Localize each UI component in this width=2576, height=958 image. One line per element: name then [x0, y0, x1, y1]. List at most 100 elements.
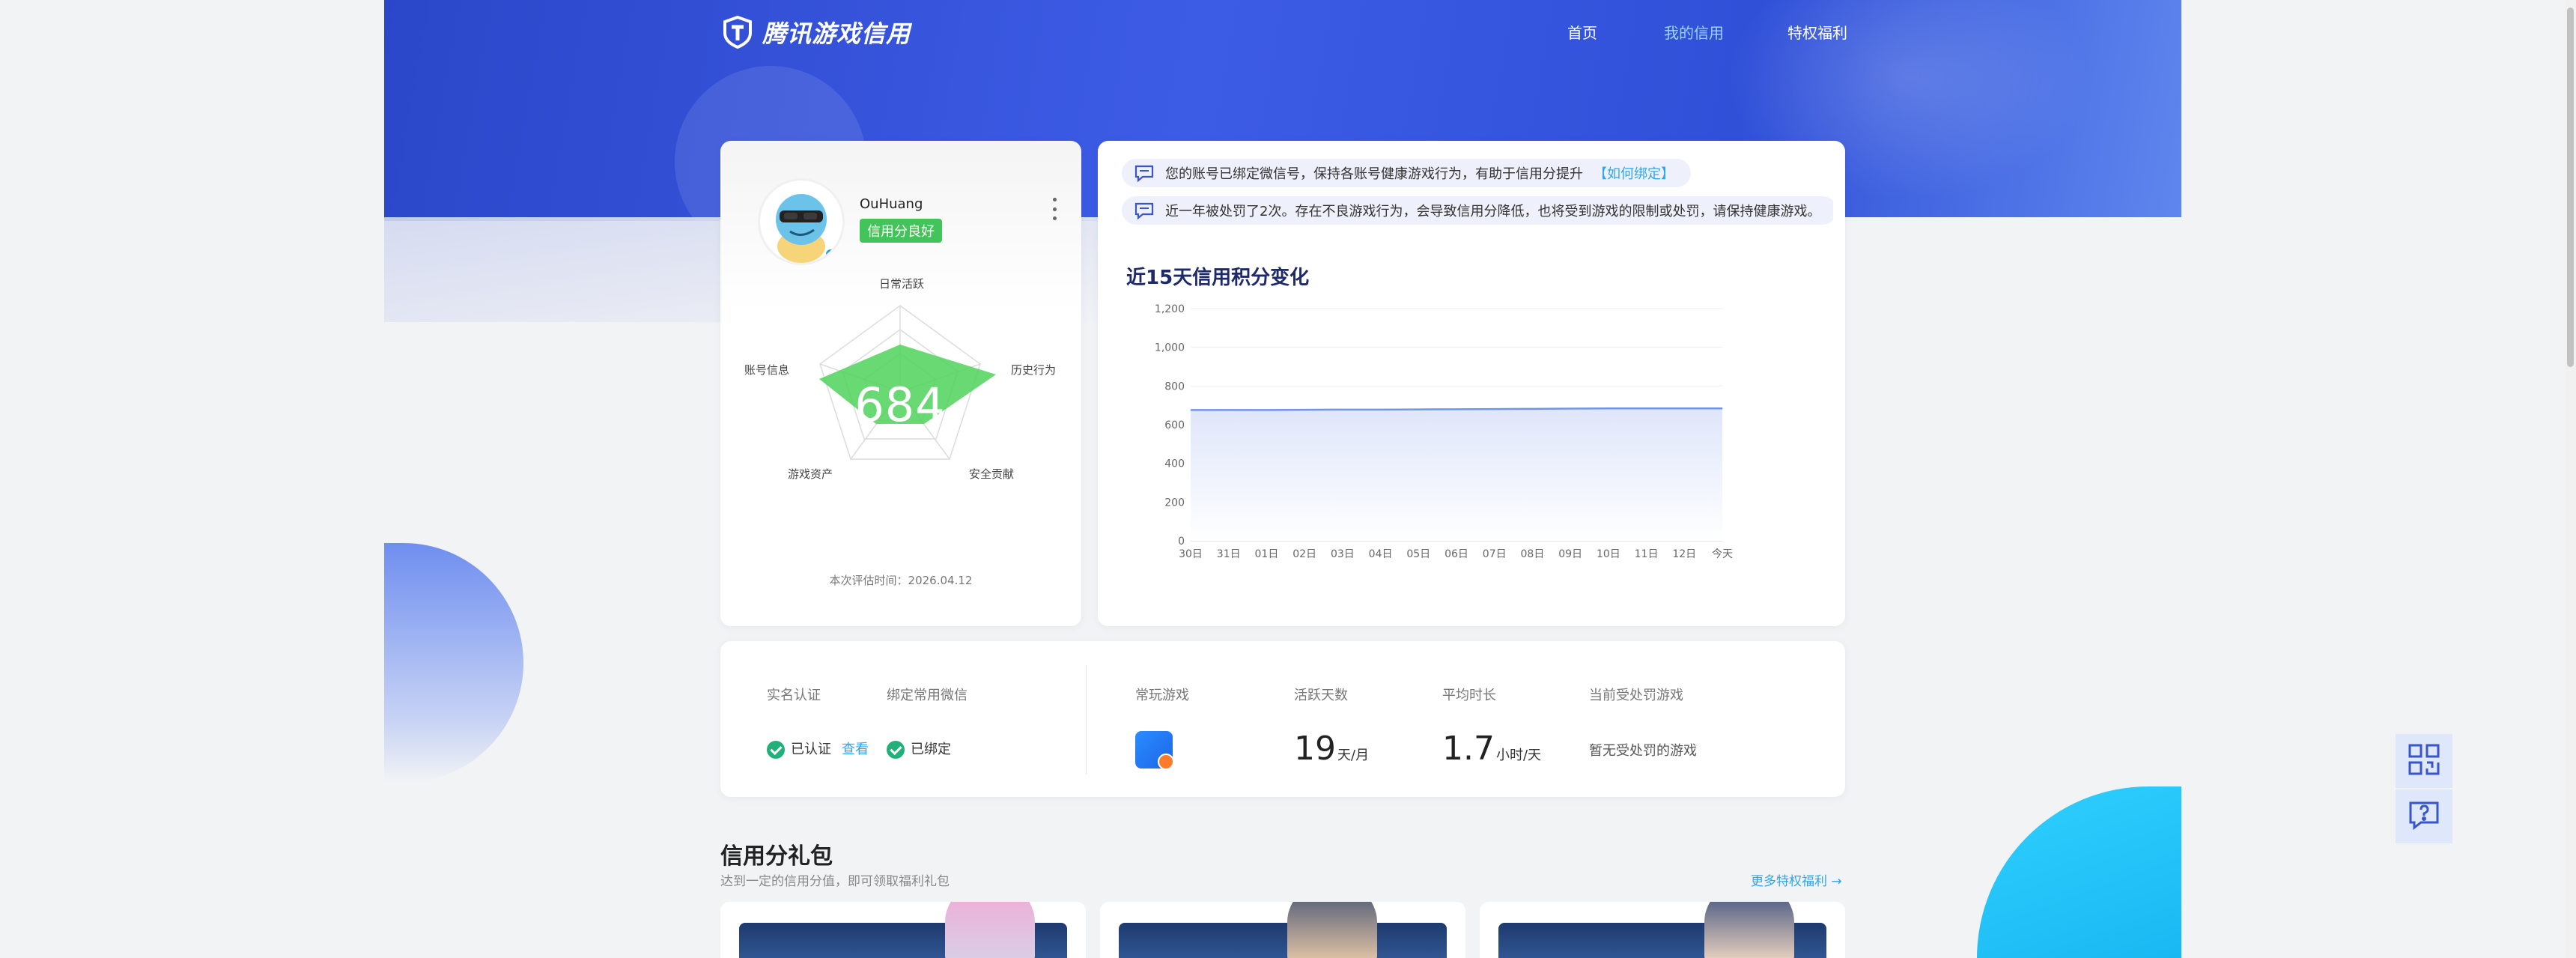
more-privileges-link[interactable]: 更多特权福利 → [1751, 870, 1842, 889]
page-scrollbar[interactable] [2565, 0, 2576, 958]
qr-code-button[interactable] [2396, 734, 2452, 788]
x-tick-label: 07日 [1483, 548, 1507, 560]
active-days-value: 19 天/月 [1294, 730, 1370, 768]
notice-item: 近一年被处罚了2次。存在不良游戏行为，会导致信用分降低，也将受到游戏的限制或处罚… [1122, 196, 1833, 225]
message-icon [1134, 164, 1155, 183]
punished-label: 当前受处罚游戏 [1589, 688, 1683, 703]
nav-privileges[interactable]: 特权福利 [1787, 21, 1847, 43]
qr-code-icon [2408, 743, 2440, 779]
gift-section-subtitle: 达到一定的信用分值，即可领取福利礼包 [720, 874, 950, 889]
chart-point [1342, 409, 1343, 410]
x-tick-label: 08日 [1521, 548, 1545, 560]
radar-label-history: 历史行为 [1011, 363, 1057, 377]
gift-character-art [1704, 902, 1794, 958]
stats-divider [1086, 665, 1087, 774]
y-tick-label: 1,200 [1155, 303, 1185, 315]
view-realname-link[interactable]: 查看 [842, 742, 869, 757]
avg-time-label: 平均时长 [1442, 688, 1496, 703]
x-tick-label: 02日 [1292, 548, 1316, 560]
chart-title: 近15天信用积分变化 [1126, 267, 1310, 289]
x-tick-label: 10日 [1597, 548, 1620, 560]
username: OuHuang [860, 196, 923, 212]
gift-card-image [1119, 923, 1447, 958]
radar-label-security: 安全贡献 [969, 467, 1015, 481]
help-button[interactable] [2396, 789, 2452, 843]
notice-list: 您的账号已绑定微信号，保持各账号健康游戏行为，有助于信用分提升 【如何绑定】 近… [1122, 159, 1833, 249]
more-options-icon[interactable] [1050, 198, 1059, 220]
x-tick-label: 06日 [1445, 548, 1468, 560]
y-tick-label: 600 [1164, 419, 1185, 431]
chart-point [1531, 408, 1533, 410]
avatar[interactable] [758, 178, 845, 265]
y-tick-label: 400 [1164, 458, 1185, 470]
gift-character-art [1287, 902, 1377, 958]
x-tick-label: 31日 [1217, 548, 1241, 560]
notice-text: 您的账号已绑定微信号，保持各账号健康游戏行为，有助于信用分提升 [1165, 166, 1583, 182]
y-tick-label: 0 [1178, 536, 1185, 548]
message-icon [1134, 201, 1155, 220]
decor-blob-right [1977, 786, 2181, 958]
chart-point [1646, 407, 1647, 409]
x-tick-label: 03日 [1331, 548, 1355, 560]
chart-point [1494, 408, 1495, 410]
x-tick-label: 01日 [1255, 548, 1279, 560]
chart-point [1456, 408, 1457, 410]
radar-label-account: 账号信息 [744, 363, 790, 377]
how-to-bind-link[interactable]: 【如何绑定】 [1594, 163, 1674, 183]
gift-card[interactable] [1100, 902, 1465, 958]
credit-trend-card: 您的账号已绑定微信号，保持各账号健康游戏行为，有助于信用分提升 【如何绑定】 近… [1098, 141, 1845, 626]
chart-point [1418, 409, 1419, 410]
y-tick-label: 800 [1164, 381, 1185, 392]
credit-status-badge: 信用分良好 [860, 219, 942, 243]
evaluation-time: 本次评估时间：2026.04.12 [829, 574, 973, 587]
gift-section-title: 信用分礼包 [720, 843, 833, 870]
punished-value: 暂无受处罚的游戏 [1589, 743, 1697, 759]
shield-logo-icon [720, 15, 755, 49]
profile-card: OuHuang 信用分良好 日常活跃 历史行为 安全贡献 游戏资产 账号信息 6… [720, 141, 1081, 626]
brand-logo[interactable]: 腾讯游戏信用 [720, 15, 911, 49]
x-tick-label: 05日 [1406, 548, 1430, 560]
x-tick-label: 09日 [1558, 548, 1582, 560]
credit-trend-svg: 0 200 400 600 800 1,000 1,200 30日 31日 01日 02日 03日 04… [1155, 303, 1733, 560]
credit-radar-chart: 日常活跃 历史行为 安全贡献 游戏资产 账号信息 684 [720, 276, 1081, 530]
nav-home[interactable]: 首页 [1567, 21, 1597, 43]
x-tick-label: 今天 [1712, 548, 1733, 560]
active-days-label: 活跃天数 [1294, 688, 1348, 703]
decor-blob-left [384, 543, 523, 783]
check-circle-icon [887, 741, 905, 759]
gift-card[interactable] [1480, 902, 1845, 958]
y-tick-label: 200 [1164, 497, 1185, 509]
brand-name: 腾讯游戏信用 [762, 19, 911, 48]
help-chat-icon [2408, 800, 2440, 833]
notice-item: 您的账号已绑定微信号，保持各账号健康游戏行为，有助于信用分提升 【如何绑定】 [1122, 159, 1691, 187]
radar-label-assets: 游戏资产 [788, 467, 833, 481]
scrollbar-thumb[interactable] [2567, 7, 2574, 367]
x-tick-label: 30日 [1179, 548, 1203, 560]
account-stats-card: 实名认证 绑定常用微信 已认证 查看 已绑定 常玩游戏 活跃天数 19 天/月 平均… [720, 641, 1845, 797]
chart-point [1683, 407, 1685, 409]
check-circle-icon [767, 741, 785, 759]
gift-card[interactable] [720, 902, 1086, 958]
avg-time-value: 1.7 小时/天 [1442, 730, 1542, 768]
realname-status: 已认证 查看 [767, 739, 869, 759]
notice-text: 近一年被处罚了2次。存在不良游戏行为，会导致信用分降低，也将受到游戏的限制或处罚… [1165, 204, 1821, 219]
chart-point [1722, 407, 1723, 409]
radar-label-daily: 日常活跃 [879, 277, 925, 291]
wechat-status: 已绑定 [887, 739, 951, 759]
nav-my-credit[interactable]: 我的信用 [1664, 21, 1724, 43]
chart-point [1608, 407, 1609, 409]
x-tick-label: 11日 [1635, 548, 1659, 560]
realname-label: 实名认证 [767, 688, 821, 703]
chart-area [1191, 408, 1722, 541]
y-tick-label: 1,000 [1155, 342, 1185, 354]
gift-character-art [945, 902, 1035, 958]
credit-trend-chart: 0 200 400 600 800 1,000 1,200 30日 31日 01日 02日 03日 04… [1113, 295, 1742, 572]
chart-point [1570, 408, 1571, 410]
credit-score: 684 [854, 378, 946, 432]
chart-point [1380, 409, 1382, 410]
x-tick-label: 12日 [1672, 548, 1696, 560]
x-tick-label: 04日 [1369, 548, 1393, 560]
wechat-label: 绑定常用微信 [887, 688, 967, 703]
game-app-icon[interactable] [1135, 731, 1174, 770]
games-label: 常玩游戏 [1135, 688, 1189, 703]
